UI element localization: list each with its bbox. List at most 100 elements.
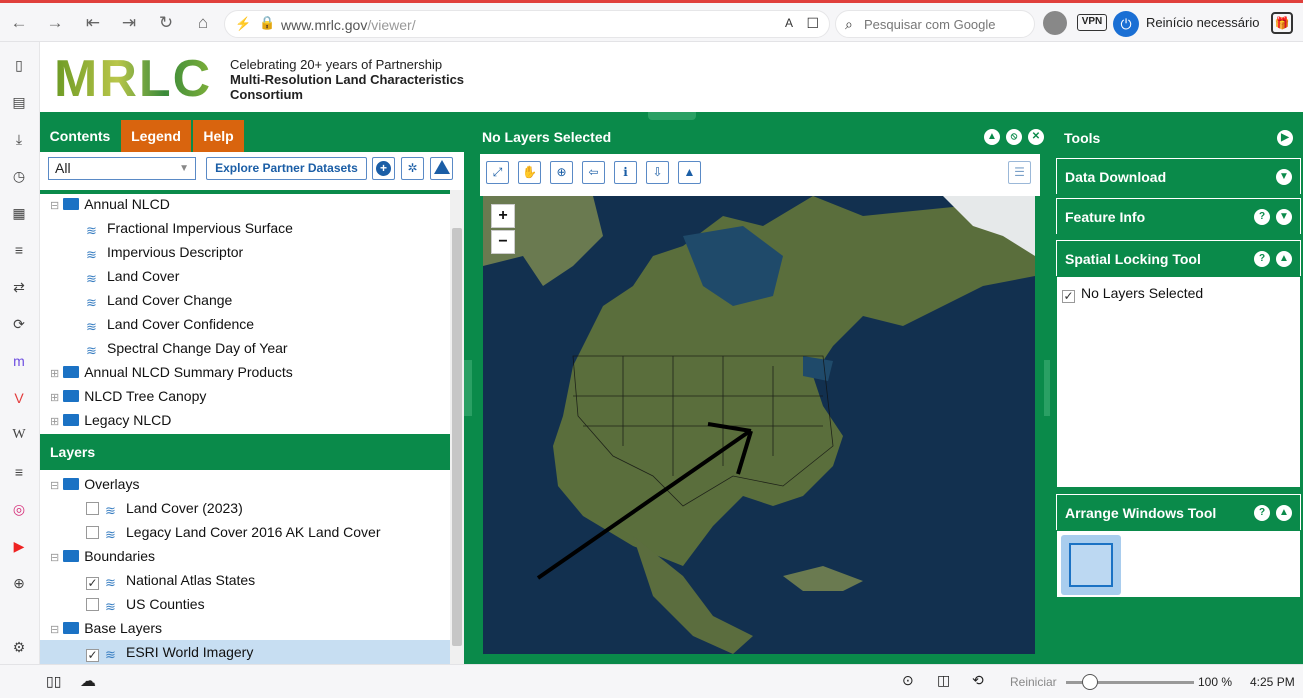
translate-icon[interactable]: A: [785, 16, 793, 30]
chevron-up-icon[interactable]: ▲: [1276, 505, 1292, 521]
layer-checkbox[interactable]: ✓: [86, 577, 99, 590]
tools-header[interactable]: Tools ▶: [1056, 120, 1301, 156]
feature-info-header[interactable]: Feature Info? ▼: [1056, 198, 1301, 234]
bookmark-icon[interactable]: ☐: [806, 15, 819, 32]
sync-icon[interactable]: ⟳: [8, 313, 30, 335]
chevron-right-icon[interactable]: ▶: [1277, 130, 1293, 146]
layer-checkbox[interactable]: ✓: [86, 649, 99, 662]
adidas-icon[interactable]: ≡: [8, 461, 30, 483]
tree-layer[interactable]: ≋ Spectral Change Day of Year: [86, 336, 288, 360]
zoom-in-icon[interactable]: ⊕: [550, 161, 573, 184]
add-data-button[interactable]: +: [372, 157, 395, 180]
layer-row-selected[interactable]: ✓ ≋ ESRI World Imagery: [86, 640, 253, 664]
left-splitter[interactable]: [464, 360, 472, 416]
last-icon[interactable]: ⇥: [118, 12, 140, 34]
tree-folder-annual-nlcd[interactable]: ⊟ Annual NLCD: [50, 194, 170, 216]
layers-folder-base[interactable]: ⊟ Base Layers: [50, 616, 162, 640]
full-extent-icon[interactable]: ⤢: [486, 161, 509, 184]
help-icon[interactable]: ?: [1254, 251, 1270, 267]
reset-zoom-label[interactable]: Reiniciar: [1010, 675, 1057, 689]
address-bar[interactable]: ⚡ 🔒 www.mrlc.gov/viewer/ A ☐: [224, 10, 830, 38]
layers-folder-boundaries[interactable]: ⊟ Boundaries: [50, 544, 155, 568]
layer-checkbox[interactable]: [86, 502, 99, 515]
tree-layer[interactable]: ≋ Land Cover Change: [86, 288, 232, 312]
list-icon[interactable]: ☰: [1008, 161, 1031, 184]
translate-panel-icon[interactable]: ⇄: [8, 276, 30, 298]
history-icon[interactable]: ◷: [8, 165, 30, 187]
zoom-slider-thumb[interactable]: [1082, 674, 1098, 690]
layer-row[interactable]: ≋ Land Cover (2023): [86, 496, 243, 520]
close-icon[interactable]: ✕: [1028, 129, 1044, 145]
restart-label[interactable]: Reinício necessário: [1146, 15, 1259, 30]
map-canvas[interactable]: + −: [483, 196, 1035, 654]
spatial-lock-checkbox[interactable]: ✓: [1062, 290, 1075, 303]
settings-icon[interactable]: ⚙: [8, 636, 30, 658]
layer-checkbox[interactable]: [86, 526, 99, 539]
help-icon[interactable]: ?: [1254, 209, 1270, 225]
chart-icon[interactable]: ▲: [678, 161, 701, 184]
zoom-out-button[interactable]: −: [491, 230, 515, 254]
alert-button[interactable]: [430, 157, 453, 180]
layer-row[interactable]: ≋ Legacy Land Cover 2016 AK Land Cover: [86, 520, 381, 544]
vivaldi-icon[interactable]: V: [8, 387, 30, 409]
arrange-windows-header[interactable]: Arrange Windows Tool? ▲: [1056, 494, 1301, 530]
data-download-header[interactable]: Data Download ▼: [1056, 158, 1301, 194]
help-icon[interactable]: ?: [1254, 505, 1270, 521]
scrollbar-thumb[interactable]: [452, 228, 462, 646]
pan-icon[interactable]: ✋: [518, 161, 541, 184]
tree-layer[interactable]: ≋ Impervious Descriptor: [86, 240, 243, 264]
tree-layer[interactable]: ≋ Land Cover: [86, 264, 179, 288]
info-icon[interactable]: ℹ: [614, 161, 637, 184]
wikipedia-icon[interactable]: W: [8, 424, 30, 446]
chevron-down-icon[interactable]: ▼: [1276, 169, 1292, 185]
tree-folder[interactable]: ⊞ NLCD Tree Canopy: [50, 384, 206, 408]
back-icon[interactable]: ←: [8, 12, 30, 34]
vpn-badge[interactable]: VPN: [1077, 14, 1107, 31]
bookmarks-icon[interactable]: ▯: [8, 54, 30, 76]
explore-partner-datasets-button[interactable]: Explore Partner Datasets: [206, 157, 367, 180]
tree-folder[interactable]: ⊞ Annual NLCD Summary Products: [50, 360, 293, 384]
layer-row[interactable]: ✓ ≋ National Atlas States: [86, 568, 255, 592]
profile-icon[interactable]: [1043, 11, 1067, 35]
chevron-up-icon[interactable]: ▲: [1276, 251, 1292, 267]
layer-checkbox[interactable]: [86, 598, 99, 611]
download-icon[interactable]: ⇩: [646, 161, 669, 184]
contents-scrollbar[interactable]: [450, 190, 464, 664]
spatial-locking-header[interactable]: Spatial Locking Tool? ▲: [1056, 240, 1301, 276]
spatial-lock-item[interactable]: ✓ No Layers Selected: [1062, 285, 1203, 303]
tree-folder[interactable]: ⊞ Legacy NLCD: [50, 408, 171, 432]
tab-help[interactable]: Help: [193, 120, 244, 152]
page-actions-icon[interactable]: ⟲: [972, 672, 984, 689]
add-panel-icon[interactable]: ⊕: [8, 572, 30, 594]
instagram-icon[interactable]: ◎: [8, 498, 30, 520]
block-icon[interactable]: ⦸: [1006, 129, 1022, 145]
category-select[interactable]: All ▼: [48, 157, 196, 180]
power-icon[interactable]: ⏻: [1113, 11, 1139, 37]
tab-contents[interactable]: Contents: [40, 120, 120, 152]
youtube-icon[interactable]: ▶: [8, 535, 30, 557]
reload-icon[interactable]: ↻: [155, 12, 177, 34]
zoom-in-button[interactable]: +: [491, 204, 515, 228]
mastodon-icon[interactable]: m: [8, 350, 30, 372]
tree-layer[interactable]: ≋ Fractional Impervious Surface: [86, 216, 293, 240]
downloads-icon[interactable]: ⤓: [8, 128, 30, 150]
home-icon[interactable]: ⌂: [192, 12, 214, 34]
layers-folder-overlays[interactable]: ⊟ Overlays: [50, 472, 139, 496]
first-icon[interactable]: ⇤: [82, 12, 104, 34]
calendar-icon[interactable]: ▦: [8, 202, 30, 224]
collapse-header-handle[interactable]: [648, 112, 696, 120]
tile-icon[interactable]: ◫: [937, 672, 950, 689]
chevron-up-icon[interactable]: ▲: [984, 129, 1000, 145]
chevron-down-icon[interactable]: ▼: [1276, 209, 1292, 225]
settings-button[interactable]: ✲: [401, 157, 424, 180]
gift-icon[interactable]: 🎁: [1271, 12, 1293, 34]
arrange-layout-option[interactable]: [1061, 535, 1121, 595]
tab-legend[interactable]: Legend: [121, 120, 191, 152]
layer-row[interactable]: ≋ US Counties: [86, 592, 205, 616]
reading-list-icon[interactable]: ▤: [8, 91, 30, 113]
previous-extent-icon[interactable]: ⇦: [582, 161, 605, 184]
panel-toggle-icon[interactable]: ▯▯: [46, 673, 61, 690]
search-input[interactable]: ⌕ Pesquisar com Google: [835, 10, 1035, 38]
forward-icon[interactable]: →: [44, 12, 66, 34]
cloud-icon[interactable]: ☁: [80, 671, 96, 691]
